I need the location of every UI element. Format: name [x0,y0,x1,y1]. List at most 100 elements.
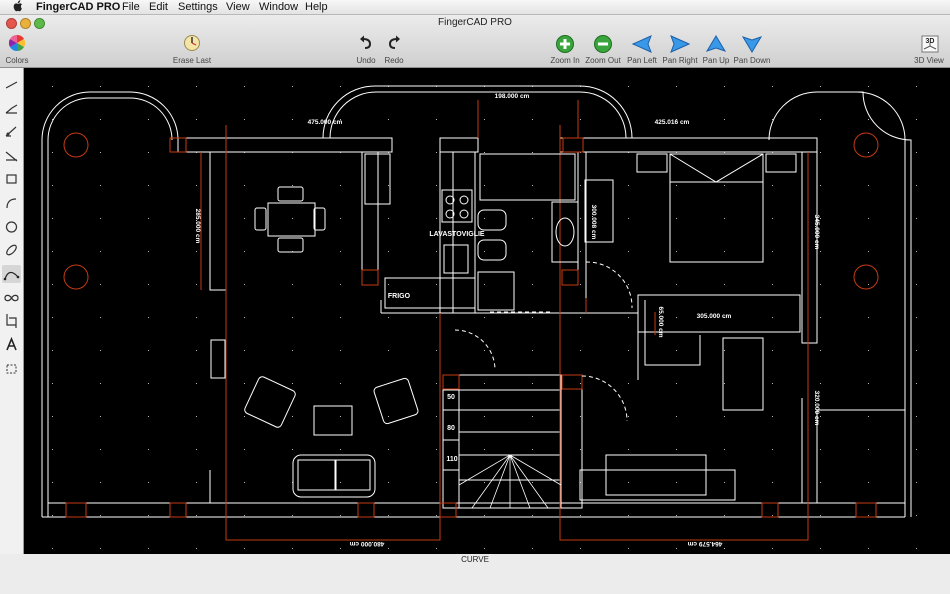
grid-dot [724,284,725,285]
fridge-label: FRIGO [388,293,411,300]
grid-dot [100,350,101,351]
apple-menu-icon[interactable] [12,0,23,16]
grid-dot [820,548,821,549]
app-menu[interactable]: FingerCAD PRO [36,0,120,14]
grid-dot [724,86,725,87]
grid-dot [820,383,821,384]
grid-dot [436,185,437,186]
pan-right-button[interactable]: Pan Right [661,35,699,65]
grid-dot [868,548,869,549]
grid-dot [868,86,869,87]
grid-dot [388,185,389,186]
curve-tool[interactable] [2,265,21,283]
zoom-out-button[interactable]: Zoom Out [584,35,622,65]
pan-down-button[interactable]: Pan Down [733,35,771,65]
grid-dot [868,251,869,252]
infinity-tool[interactable] [2,289,21,307]
grid-dot [580,185,581,186]
grid-dot [772,416,773,417]
grid-dot [532,515,533,516]
polyline-tool[interactable] [2,100,21,118]
text-tool[interactable] [2,336,21,354]
grid-dot [292,383,293,384]
ellipse-tool[interactable] [2,241,21,259]
crop-tool[interactable] [2,312,21,330]
erase-last-button[interactable]: Erase Last [170,35,214,65]
grid-dot [148,317,149,318]
3d-view-button[interactable]: 3D 3D View [912,35,946,65]
redo-button[interactable]: Redo [380,35,408,65]
grid-dot [196,416,197,417]
grid-dot [580,416,581,417]
menu-edit[interactable]: Edit [149,0,168,14]
dimension-label: 320.000 cm [813,391,820,426]
pan-up-button[interactable]: Pan Up [701,35,731,65]
eraser-dial-icon [184,35,200,51]
grid-dot [484,416,485,417]
grid-dot [676,416,677,417]
drawing-canvas[interactable]: 198.000 cm 475.000 cm 425.016 cm 285.000… [24,68,950,554]
menu-file[interactable]: File [122,0,140,14]
3d-icon-text: 3D [926,38,935,45]
menu-view[interactable]: View [226,0,250,14]
grid-dot [196,482,197,483]
grid-dot [484,218,485,219]
menu-bar: FingerCAD PRO File Edit Settings View Wi… [0,0,950,15]
bathtub [479,153,576,201]
grid-dot [148,548,149,549]
arc-tool[interactable] [2,194,21,212]
grid-dot [388,350,389,351]
grid-dot [532,350,533,351]
dimension-label: 480.000 cm [349,540,384,547]
door-swings [454,261,633,422]
grid-dot [292,449,293,450]
selection-tool[interactable] [2,360,21,378]
grid-dot [100,185,101,186]
grid-dot [532,185,533,186]
grid-dot [676,86,677,87]
circle-tool[interactable] [2,218,21,236]
angle-line-tool[interactable] [2,123,21,141]
pan-down-label: Pan Down [733,56,771,65]
grid-dot [724,119,725,120]
menu-window[interactable]: Window [259,0,298,14]
grid-dot [436,317,437,318]
grid-dot [244,350,245,351]
grid-dot [772,383,773,384]
grid-dot [484,383,485,384]
line-tool[interactable] [2,76,21,94]
pan-left-button[interactable]: Pan Left [625,35,659,65]
grid-dot [52,251,53,252]
grid-dot [628,515,629,516]
grid-dot [436,383,437,384]
rectangle-tool[interactable] [2,170,21,188]
grid-dot [580,515,581,516]
grid-dot [340,449,341,450]
grid-dot [772,218,773,219]
grid-dot [724,185,725,186]
grid-dot [100,119,101,120]
colors-button[interactable]: Colors [2,35,32,65]
grid-dot [580,383,581,384]
dimension-label: 475.000 cm [308,119,343,126]
color-wheel-icon [9,35,25,51]
grid-dot [676,284,677,285]
grid-dot [484,548,485,549]
dishwasher-label: LAVASTOVIGLIE [429,231,485,238]
grid-dot [388,317,389,318]
grid-dot [724,548,725,549]
grid-dot [628,416,629,417]
rectangle-icon [6,174,17,184]
menu-settings[interactable]: Settings [178,0,218,14]
menu-help[interactable]: Help [305,0,328,14]
grid-dot [772,515,773,516]
dimension-tool[interactable] [2,147,21,165]
grid-dot [772,284,773,285]
zoom-in-button[interactable]: Zoom In [548,35,582,65]
undo-button[interactable]: Undo [352,35,380,65]
bed [669,153,764,263]
grid-dot [148,515,149,516]
grid-dot [436,548,437,549]
grid-dot [292,119,293,120]
grid-dot [340,251,341,252]
